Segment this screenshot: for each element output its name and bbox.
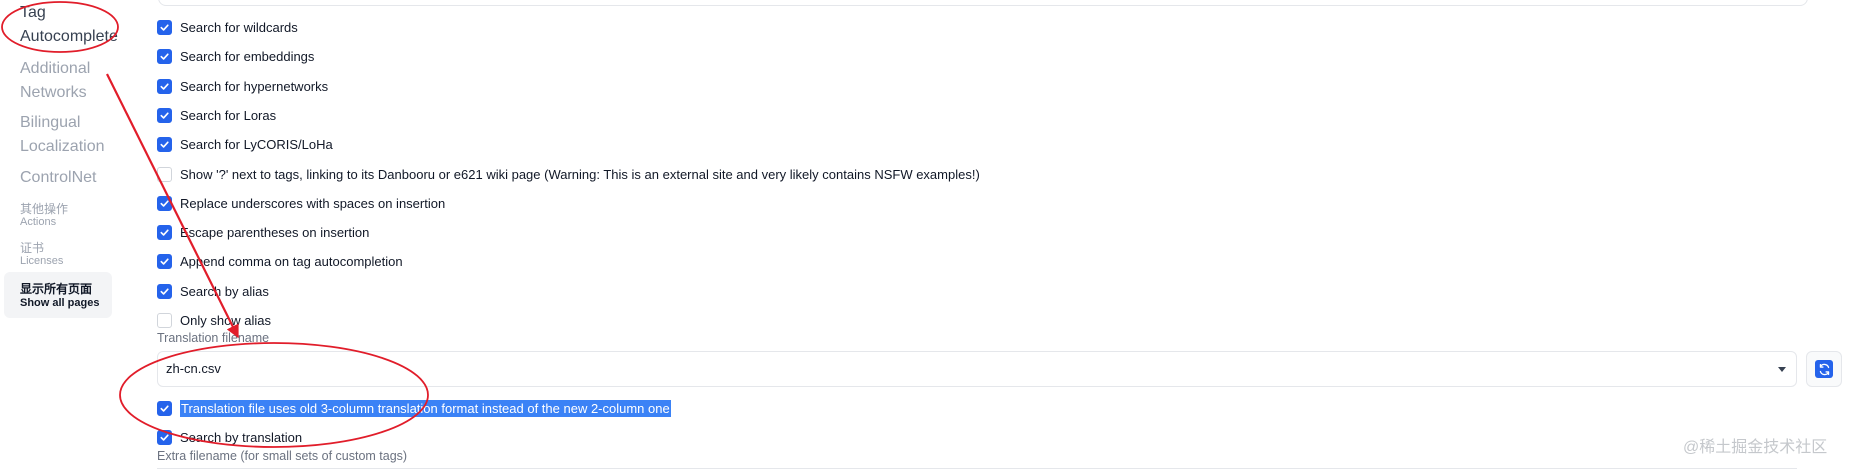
refresh-icon [1815, 360, 1833, 378]
option-label: Search by translation [180, 429, 303, 445]
option-label: Search for hypernetworks [180, 78, 329, 94]
sidebar-item-bilingual-localization[interactable]: Bilingual Localization [20, 111, 120, 159]
option-row[interactable]: Search for LyCORIS/LoHa [157, 134, 333, 154]
sidebar-item-label: Networks [20, 84, 87, 101]
show-all-pages-button[interactable]: 显示所有页面 Show all pages [4, 272, 112, 318]
top-input-box[interactable] [158, 0, 1808, 6]
checkbox[interactable] [157, 312, 172, 328]
option-row[interactable]: Show '?' next to tags, linking to its Da… [157, 164, 980, 184]
checkbox[interactable] [157, 107, 172, 123]
option-label: Replace underscores with spaces on inser… [180, 195, 446, 211]
sidebar-item-controlnet[interactable]: ControlNet [20, 166, 120, 190]
option-row[interactable]: Search for Loras [157, 105, 276, 125]
checkbox[interactable] [157, 136, 172, 152]
option-row[interactable]: Search for hypernetworks [157, 76, 328, 96]
check-icon [160, 23, 169, 31]
option-label: Search for embeddings [180, 48, 315, 64]
check-icon [160, 257, 169, 265]
sidebar-actions-cn[interactable]: 其他操作 [20, 202, 68, 216]
option-label: Append comma on tag autocompletion [180, 253, 403, 269]
search-by-translation-option[interactable]: Search by translation [157, 427, 302, 447]
checkbox[interactable] [157, 253, 172, 269]
sidebar-licenses-en[interactable]: Licenses [20, 255, 63, 267]
sidebar-item-label: ControlNet [20, 169, 97, 186]
option-row[interactable]: Only show alias [157, 310, 271, 330]
option-row[interactable]: Search by alias [157, 281, 269, 301]
option-label: Search by alias [180, 283, 269, 299]
checkbox[interactable] [157, 283, 172, 299]
sidebar-item-label: Autocomplete [20, 28, 118, 45]
option-row[interactable]: Search for embeddings [157, 46, 314, 66]
option-row[interactable]: Search for wildcards [157, 17, 298, 37]
option-label: Translation file uses old 3-column trans… [180, 399, 671, 417]
sidebar-item-label: Localization [20, 138, 105, 155]
watermark: @稀土掘金技术社区 [1683, 439, 1828, 456]
translation-filename-label: Translation filename [157, 331, 270, 345]
checkbox[interactable] [157, 166, 172, 182]
checkbox[interactable] [157, 429, 172, 445]
option-row[interactable]: Escape parentheses on insertion [157, 222, 369, 242]
check-icon [160, 287, 169, 295]
option-label: Search for LyCORIS/LoHa [180, 136, 333, 152]
sidebar-licenses-cn[interactable]: 证书 [20, 241, 44, 255]
refresh-button[interactable] [1806, 351, 1842, 387]
option-label: Only show alias [180, 312, 272, 328]
check-icon [160, 228, 169, 236]
checkbox[interactable] [157, 78, 172, 94]
checkbox[interactable] [157, 19, 172, 35]
check-icon [160, 52, 169, 60]
checkbox[interactable] [157, 48, 172, 64]
sidebar-item-label: Bilingual [20, 114, 81, 131]
option-row[interactable]: Replace underscores with spaces on inser… [157, 193, 445, 213]
settings-sidebar: Tag Autocomplete Additional Networks Bil… [0, 0, 118, 469]
sidebar-item-label: Additional [20, 60, 91, 77]
chevron-down-icon [1778, 367, 1786, 372]
show-all-pages-cn: 显示所有页面 [20, 282, 93, 296]
old-format-option[interactable]: Translation file uses old 3-column trans… [157, 398, 671, 418]
sidebar-item-tag-autocomplete[interactable]: Tag Autocomplete [20, 1, 120, 49]
check-icon [160, 433, 169, 441]
option-label: Escape parentheses on insertion [180, 224, 370, 240]
sidebar-item-label: Tag [20, 4, 46, 21]
check-icon [160, 199, 169, 207]
check-icon [160, 82, 169, 90]
sidebar-item-additional-networks[interactable]: Additional Networks [20, 57, 120, 105]
show-all-pages-en: Show all pages [20, 297, 100, 309]
checkbox[interactable] [157, 400, 172, 416]
translation-filename-value: zh-cn.csv [166, 361, 221, 376]
check-icon [160, 404, 169, 412]
option-label: Search for Loras [180, 107, 277, 123]
check-icon [160, 111, 169, 119]
checkbox[interactable] [157, 224, 172, 240]
checkbox[interactable] [157, 195, 172, 211]
option-label: Show '?' next to tags, linking to its Da… [180, 166, 980, 182]
option-row[interactable]: Append comma on tag autocompletion [157, 251, 403, 271]
check-icon [160, 140, 169, 148]
option-label: Search for wildcards [180, 19, 298, 35]
sidebar-actions-en[interactable]: Actions [20, 216, 56, 228]
translation-filename-dropdown[interactable]: zh-cn.csv [157, 351, 1797, 387]
extra-filename-label: Extra filename (for small sets of custom… [157, 449, 408, 463]
